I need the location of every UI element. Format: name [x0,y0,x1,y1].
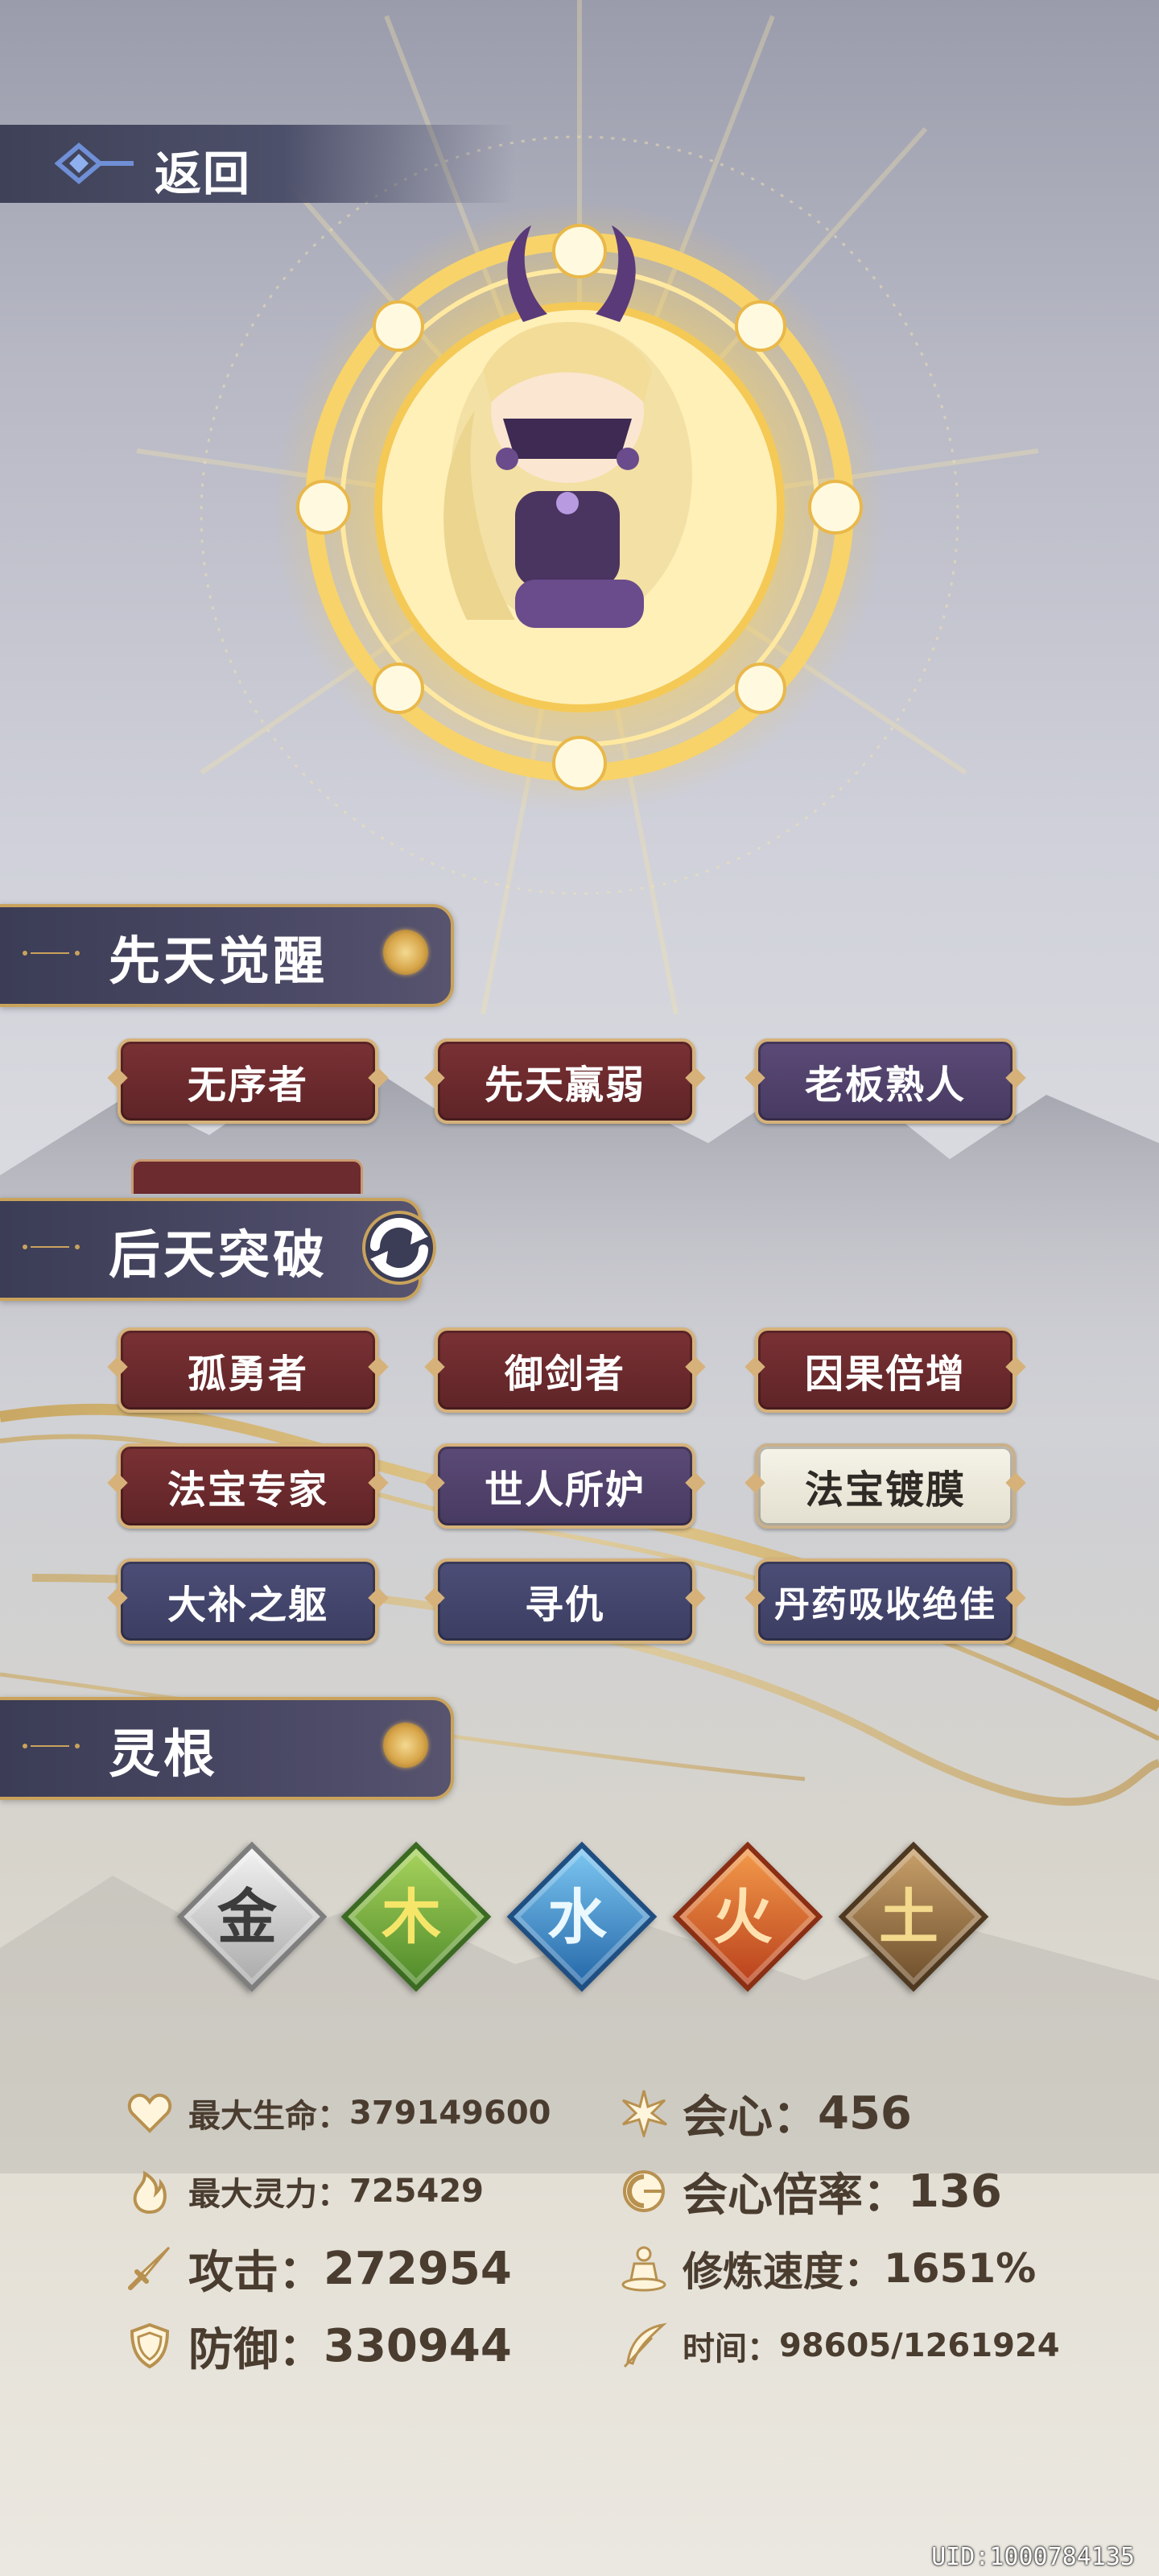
element-fire[interactable]: 火 [666,1835,823,1992]
tag-innate-3[interactable]: 老板熟人 [755,1038,1016,1124]
tag-acquired-8[interactable]: 寻仇 [435,1558,695,1644]
section-title-innate: 先天觉醒 [109,932,328,992]
meditation-icon [621,2246,666,2292]
crescent-icon [623,2170,665,2212]
stat-max-hp-value: 379149600 [349,2095,551,2132]
emblem-icon [383,930,428,975]
stat-max-hp: 最大生命： 379149600 [126,2081,551,2145]
diamond-arrow-icon [55,142,134,184]
burst-icon [621,2090,667,2137]
section-title-acquired: 后天突破 [109,1226,328,1286]
stat-crit-value: 456 [818,2087,912,2140]
tag-acquired-4[interactable]: 法宝专家 [118,1443,378,1529]
stat-crit-rate-value: 136 [908,2165,1002,2218]
sword-icon [128,2246,171,2290]
tag-innate-hidden [131,1159,363,1194]
element-water[interactable]: 水 [501,1835,658,1992]
stat-max-hp-label: 最大生命： [188,2098,349,2135]
tag-innate-2[interactable]: 先天羸弱 [435,1038,695,1124]
stat-crit-label: 会心： [683,2091,818,2144]
stat-max-mp: 最大灵力： 725429 [126,2159,484,2223]
element-wood[interactable]: 木 [335,1835,492,1992]
back-label: 返回 [155,147,252,201]
stat-crit-rate-label: 会心倍率： [683,2169,908,2222]
stat-defense: 防御： 330944 [126,2314,512,2378]
stat-attack: 攻击： 272954 [126,2236,512,2301]
stat-crit-rate: 会心倍率： 136 [620,2159,1002,2223]
tag-acquired-3[interactable]: 因果倍增 [755,1327,1016,1413]
tag-acquired-1[interactable]: 孤勇者 [118,1327,378,1413]
element-metal[interactable]: 金 [171,1835,328,1992]
section-header-roots: 灵根 [0,1697,454,1800]
element-metal-glyph: 金 [217,1882,277,1952]
dots-decoration [23,1245,80,1249]
avatar-emblem[interactable] [274,201,885,813]
element-earth[interactable]: 土 [832,1835,989,1992]
stat-max-mp-label: 最大灵力： [188,2176,349,2213]
stat-defense-value: 330944 [324,2319,512,2372]
section-header-innate: 先天觉醒 [0,904,454,1007]
heart-icon [127,2093,172,2133]
stat-time-label: 时间： [683,2330,779,2368]
stat-defense-label: 防御： [188,2323,324,2376]
stat-time: 时间： 98605/1261924 [620,2314,1060,2378]
back-button[interactable]: 返回 [0,125,515,203]
dots-decoration [23,951,80,956]
emblem-icon [383,1723,428,1768]
flame-icon [133,2170,167,2215]
element-water-glyph: 水 [547,1882,607,1952]
tag-acquired-9[interactable]: 丹药吸收绝佳 [755,1558,1016,1644]
element-earth-glyph: 土 [879,1882,938,1952]
section-title-roots: 灵根 [109,1725,218,1785]
tag-acquired-5[interactable]: 世人所妒 [435,1443,695,1529]
rotate-icon[interactable] [351,1199,448,1296]
element-fire-glyph: 火 [713,1882,773,1952]
stat-max-mp-value: 725429 [349,2173,484,2210]
tag-innate-1[interactable]: 无序者 [118,1038,378,1124]
stat-attack-label: 攻击： [188,2246,324,2299]
tag-acquired-2[interactable]: 御剑者 [435,1327,695,1413]
uid-label: UID:1000784135 [931,2543,1135,2571]
feather-icon [623,2322,667,2368]
shield-icon [130,2322,170,2369]
element-wood-glyph: 木 [382,1882,441,1952]
stat-crit: 会心： 456 [620,2081,912,2145]
dots-decoration [23,1744,80,1748]
stat-cultivation: 修炼速度： 1651% [620,2236,1036,2301]
tag-acquired-7[interactable]: 大补之躯 [118,1558,378,1644]
tag-acquired-6[interactable]: 法宝镀膜 [755,1443,1016,1529]
stat-cultivation-label: 修炼速度： [683,2248,884,2295]
stat-time-value: 98605/1261924 [779,2327,1060,2364]
stat-attack-value: 272954 [324,2242,512,2295]
stat-cultivation-value: 1651% [884,2245,1037,2292]
